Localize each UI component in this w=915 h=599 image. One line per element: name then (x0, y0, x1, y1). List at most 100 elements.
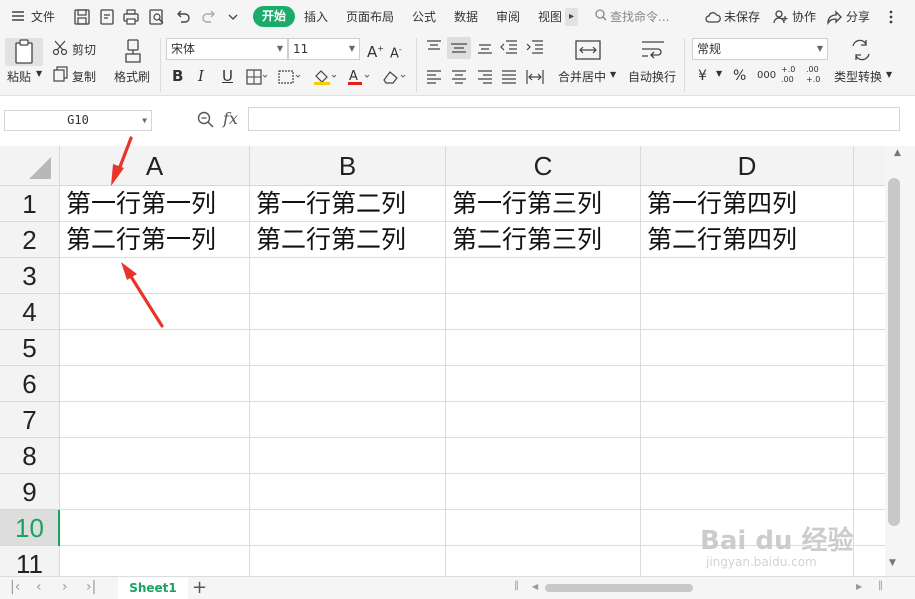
cell[interactable] (641, 294, 854, 330)
cell[interactable] (446, 546, 641, 576)
type-convert-dropdown-icon[interactable]: ▼ (886, 70, 892, 79)
scroll-up-icon[interactable]: ▲ (894, 148, 901, 158)
percent-format-icon[interactable]: % (733, 68, 746, 84)
chevron-down-icon[interactable] (227, 8, 245, 26)
cell[interactable] (250, 546, 446, 576)
select-all-button[interactable] (0, 146, 60, 186)
cell[interactable] (60, 258, 250, 294)
align-middle-icon[interactable] (447, 37, 471, 59)
align-left-icon[interactable] (426, 70, 442, 84)
vertical-scroll-thumb[interactable] (888, 178, 900, 526)
cell[interactable] (854, 330, 885, 366)
font-color-icon[interactable]: A (346, 68, 372, 86)
collaborate-button[interactable]: 协作 (792, 7, 816, 27)
increase-font-size-icon[interactable]: A+ (367, 41, 384, 60)
tab-formulas[interactable]: 公式 (412, 7, 436, 27)
hscroll-split-icon[interactable]: ‖ (514, 580, 519, 591)
scroll-down-icon[interactable]: ▼ (889, 558, 896, 568)
print-icon[interactable] (122, 8, 140, 26)
column-header-e[interactable] (854, 146, 885, 186)
cell[interactable] (446, 258, 641, 294)
unsaved-status[interactable]: 未保存 (724, 7, 760, 27)
prev-sheet-icon[interactable]: ‹ (36, 579, 42, 595)
underline-icon[interactable]: U (222, 68, 233, 84)
cell[interactable] (854, 510, 885, 546)
wrap-text-icon[interactable] (640, 39, 666, 61)
merge-center-icon[interactable] (575, 39, 601, 61)
paste-dropdown-icon[interactable]: ▼ (36, 69, 42, 78)
currency-format-icon[interactable]: ¥ (698, 68, 707, 84)
add-sheet-icon[interactable]: + (192, 577, 207, 599)
redo-icon[interactable] (200, 8, 218, 26)
formula-input[interactable] (248, 107, 900, 131)
cell[interactable] (446, 438, 641, 474)
row-header-6[interactable]: 6 (0, 366, 60, 402)
number-format-select[interactable]: 常规 ▼ (692, 38, 828, 60)
insert-function-button[interactable]: fx (223, 109, 238, 128)
italic-icon[interactable]: I (198, 68, 204, 84)
copy-icon[interactable] (52, 66, 70, 82)
cell[interactable] (641, 366, 854, 402)
increase-decimal-icon[interactable]: +.0 .00 (781, 65, 801, 85)
first-sheet-icon[interactable]: |‹ (10, 579, 20, 595)
save-icon[interactable] (73, 8, 91, 26)
wrap-text-label[interactable]: 自动换行 (628, 68, 676, 85)
cell[interactable]: 第二行第四列 (641, 222, 854, 258)
format-painter-label[interactable]: 格式刷 (114, 68, 150, 85)
cell[interactable]: 第二行第三列 (446, 222, 641, 258)
row-header-10[interactable]: 10 (0, 510, 60, 546)
scissors-icon[interactable] (52, 40, 70, 56)
cell[interactable] (60, 546, 250, 576)
row-header-11[interactable]: 11 (0, 546, 60, 576)
cell[interactable] (446, 402, 641, 438)
decrease-indent-icon[interactable] (500, 40, 518, 54)
fill-color-icon[interactable] (312, 68, 338, 86)
column-header-b[interactable]: B (250, 146, 446, 186)
paste-button[interactable] (5, 38, 43, 66)
row-header-4[interactable]: 4 (0, 294, 60, 330)
print-preview-icon[interactable] (148, 8, 166, 26)
scroll-left-icon[interactable]: ◀ (532, 582, 538, 591)
decrease-decimal-icon[interactable]: .00 +.0 (806, 65, 826, 85)
cell[interactable] (250, 258, 446, 294)
cell[interactable]: 第二行第二列 (250, 222, 446, 258)
hamburger-menu-icon[interactable] (10, 8, 28, 26)
cell[interactable] (60, 474, 250, 510)
tab-insert[interactable]: 插入 (304, 7, 328, 27)
cell[interactable] (854, 438, 885, 474)
row-header-8[interactable]: 8 (0, 438, 60, 474)
share-button[interactable]: 分享 (846, 7, 870, 27)
cell[interactable] (250, 294, 446, 330)
row-header-2[interactable]: 2 (0, 222, 60, 258)
cell[interactable] (854, 474, 885, 510)
cell[interactable] (446, 474, 641, 510)
cell[interactable]: 第二行第一列 (60, 222, 250, 258)
cell[interactable] (641, 474, 854, 510)
cell[interactable] (641, 438, 854, 474)
row-header-7[interactable]: 7 (0, 402, 60, 438)
font-size-select[interactable]: 11 ▼ (288, 38, 360, 60)
align-center-icon[interactable] (451, 70, 467, 84)
format-painter-icon[interactable] (122, 38, 144, 64)
cut-label[interactable]: 剪切 (72, 41, 96, 58)
type-convert-icon[interactable] (849, 39, 873, 61)
last-sheet-icon[interactable]: ›| (86, 579, 96, 595)
undo-icon[interactable] (174, 8, 192, 26)
cell[interactable] (60, 438, 250, 474)
file-menu[interactable]: 文件 (31, 7, 55, 27)
cell[interactable] (446, 294, 641, 330)
more-options-icon[interactable] (882, 8, 900, 26)
tabs-scroll-right-button[interactable]: ▸ (565, 8, 578, 26)
cell[interactable] (250, 366, 446, 402)
align-right-icon[interactable] (477, 70, 493, 84)
vscroll-split-icon[interactable]: ‖ (878, 580, 883, 591)
cell[interactable] (854, 366, 885, 402)
cell[interactable] (250, 510, 446, 546)
column-header-d[interactable]: D (641, 146, 854, 186)
cell[interactable] (60, 366, 250, 402)
paste-label[interactable]: 粘贴 (7, 68, 31, 85)
distributed-align-icon[interactable] (526, 69, 544, 85)
cell[interactable] (250, 438, 446, 474)
cell-style-icon[interactable] (278, 69, 302, 85)
cell[interactable] (854, 258, 885, 294)
